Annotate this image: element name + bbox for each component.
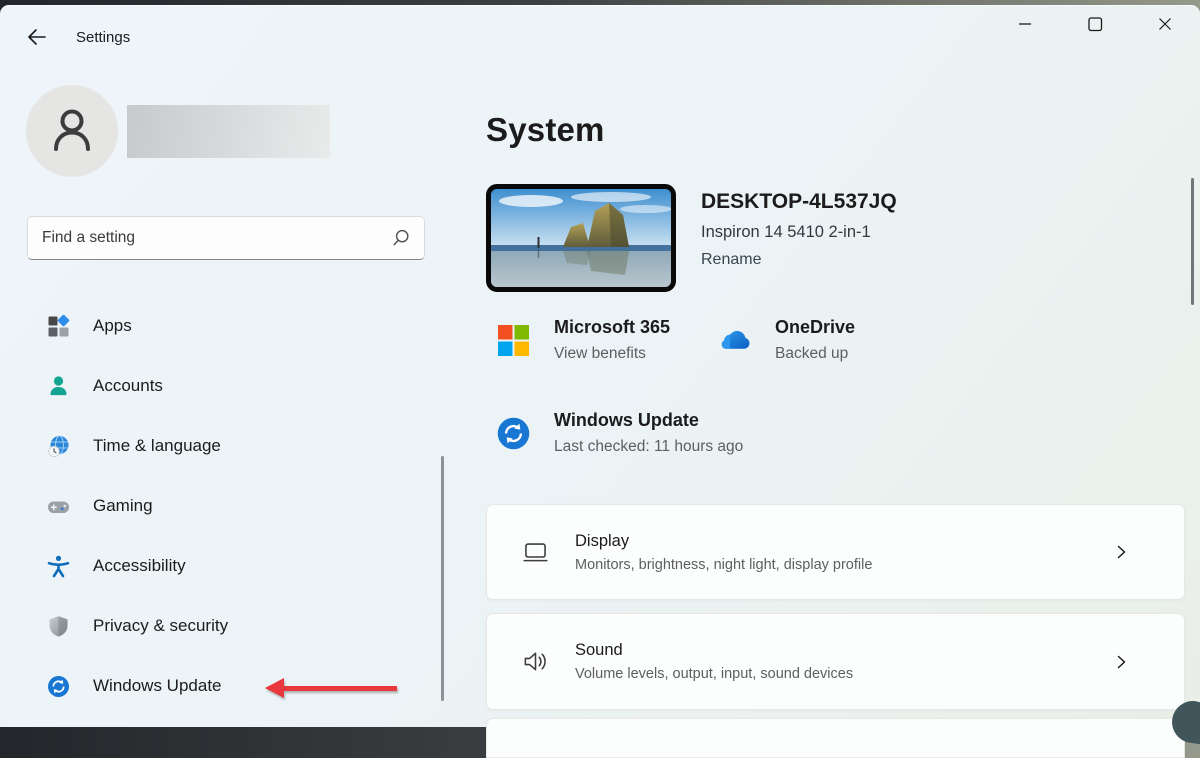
chevron-right-icon (1112, 653, 1130, 671)
sound-icon (521, 648, 549, 676)
sidebar-item-label: Windows Update (93, 676, 222, 696)
annotation-arrow-shaft (281, 686, 397, 691)
sidebar-item-label: Accessibility (93, 556, 186, 576)
titlebar: Settings (0, 5, 1200, 63)
tile-microsoft-365[interactable]: Microsoft 365 View benefits (497, 317, 670, 363)
time-language-icon (47, 435, 70, 458)
back-button[interactable] (20, 22, 54, 52)
card-subtitle: Monitors, brightness, night light, displ… (575, 557, 872, 573)
tile-title: OneDrive (775, 317, 855, 338)
card-title: Display (575, 532, 872, 551)
sidebar-item-accessibility[interactable]: Accessibility (0, 546, 440, 586)
apps-icon (47, 315, 70, 338)
sidebar-item-privacy-security[interactable]: Privacy & security (0, 606, 440, 646)
sidebar-item-label: Accounts (93, 376, 163, 396)
back-arrow-icon (24, 37, 50, 52)
device-wallpaper-image (486, 184, 676, 292)
sidebar-item-accounts[interactable]: Accounts (0, 366, 440, 406)
close-button[interactable] (1136, 5, 1194, 45)
display-icon (521, 538, 549, 566)
sidebar-item-label: Apps (93, 316, 132, 336)
annotation-arrow (265, 678, 397, 698)
sidebar-scrollbar-thumb[interactable] (441, 456, 444, 701)
sidebar-nav: Apps Accounts Time & language Gaming (0, 306, 440, 726)
rename-link[interactable]: Rename (701, 251, 761, 269)
onedrive-icon (718, 324, 751, 357)
window-title: Settings (76, 29, 130, 46)
gaming-icon (47, 495, 70, 518)
tile-onedrive[interactable]: OneDrive Backed up (718, 317, 855, 363)
tile-subtitle: Last checked: 11 hours ago (554, 438, 743, 456)
tile-title: Microsoft 365 (554, 317, 670, 338)
minimize-button[interactable] (996, 5, 1054, 45)
close-icon (1154, 13, 1176, 38)
minimize-icon (1014, 13, 1036, 38)
privacy-security-icon (47, 615, 70, 638)
device-name: DESKTOP-4L537JQ (701, 190, 897, 214)
sidebar-item-label: Privacy & security (93, 616, 228, 636)
device-model: Inspiron 14 5410 2-in-1 (701, 223, 897, 242)
search-icon (391, 228, 411, 248)
card-sound[interactable]: Sound Volume levels, output, input, soun… (486, 613, 1185, 710)
sidebar-item-time-language[interactable]: Time & language (0, 426, 440, 466)
settings-window: Settings (0, 5, 1200, 727)
person-icon (46, 103, 98, 160)
avatar[interactable] (26, 85, 118, 177)
accessibility-icon (47, 555, 70, 578)
search-input[interactable] (28, 229, 391, 247)
user-name-redacted (127, 105, 330, 158)
sidebar-item-label: Gaming (93, 496, 153, 516)
tile-subtitle[interactable]: View benefits (554, 345, 670, 363)
card-subtitle: Volume levels, output, input, sound devi… (575, 666, 853, 682)
device-hero: DESKTOP-4L537JQ Inspiron 14 5410 2-in-1 … (486, 184, 897, 292)
card-title: Sound (575, 641, 853, 660)
maximize-icon (1084, 13, 1106, 38)
tile-windows-update[interactable]: Windows Update Last checked: 11 hours ag… (497, 410, 743, 456)
windows-update-icon (47, 675, 70, 698)
accounts-icon (47, 375, 70, 398)
microsoft-365-icon (497, 324, 530, 357)
sidebar: Apps Accounts Time & language Gaming (0, 63, 460, 727)
search-box[interactable] (27, 216, 425, 260)
sidebar-item-label: Time & language (93, 436, 221, 456)
device-info: DESKTOP-4L537JQ Inspiron 14 5410 2-in-1 … (701, 184, 897, 292)
tile-title: Windows Update (554, 410, 743, 431)
annotation-arrow-head (265, 678, 284, 698)
main-scrollbar-thumb[interactable] (1191, 178, 1194, 305)
tile-subtitle: Backed up (775, 345, 855, 363)
maximize-button[interactable] (1066, 5, 1124, 45)
card-partial-next[interactable] (486, 718, 1185, 758)
chevron-right-icon (1112, 543, 1130, 561)
sidebar-item-apps[interactable]: Apps (0, 306, 440, 346)
card-display[interactable]: Display Monitors, brightness, night ligh… (486, 504, 1185, 600)
windows-update-icon (497, 417, 530, 450)
page-title: System (486, 111, 605, 149)
sidebar-item-gaming[interactable]: Gaming (0, 486, 440, 526)
